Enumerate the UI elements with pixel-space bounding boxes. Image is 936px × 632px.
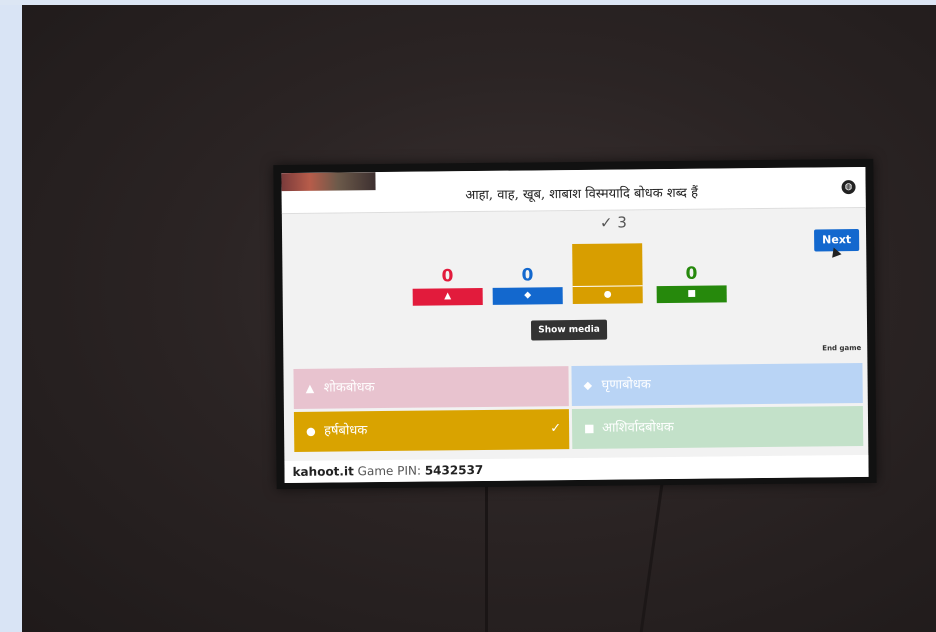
correct-count-indicator: ✓ 3 — [599, 213, 627, 232]
answer-label: घृणाबोधक — [601, 377, 651, 393]
tv-cable — [485, 485, 488, 632]
game-pin-label: Game PIN: — [357, 463, 422, 479]
game-pin: 5432537 — [424, 462, 484, 478]
answer-label: आशिर्वादबोधक — [602, 419, 674, 436]
site-name: kahoot.it — [292, 464, 354, 479]
tv-frame: आहा, वाह, खूब, शाबाश विस्मयादि बोधक शब्द… — [273, 158, 877, 490]
diamond-icon: ◆ — [583, 378, 593, 392]
globe-icon[interactable]: ◍ — [841, 180, 856, 195]
diamond-icon: ◆ — [492, 287, 563, 305]
circle-icon: ● — [572, 285, 643, 305]
question-bar: आहा, वाह, खूब, शाबाश विस्मयादि बोधक शब्द… — [281, 166, 866, 215]
bar-count: 0 — [685, 263, 698, 284]
question-text: आहा, वाह, खूब, शाबाश विस्मयादि बोधक शब्द… — [465, 185, 699, 204]
bar-count: 0 — [521, 265, 534, 286]
show-media-button[interactable]: Show media — [530, 319, 608, 341]
triangle-icon: ▲ — [305, 381, 315, 395]
answer-option: ■ आशिर्वादबोधक — [571, 405, 864, 450]
answer-option-correct: ● हर्षबोधक ✓ — [293, 409, 570, 452]
bar-circle: ● — [572, 243, 643, 305]
answer-option: ▲ शोकबोधक — [293, 366, 569, 409]
answer-label: शोकबोधक — [323, 380, 375, 396]
stream-thumbnail — [281, 172, 376, 192]
bar-diamond: 0 ◆ — [492, 265, 563, 305]
answer-label: हर्षबोधक — [324, 423, 368, 439]
bar-triangle: 0 ▲ — [412, 266, 483, 306]
triangle-icon: ▲ — [412, 287, 483, 306]
circle-icon: ● — [306, 424, 316, 438]
check-icon: ✓ — [550, 421, 562, 437]
footer-bar: kahoot.it Game PIN: 5432537 — [284, 454, 869, 484]
square-icon: ■ — [584, 421, 595, 435]
results-chart: ✓ 3 0 ▲ 0 ◆ ● 0 ■ — [282, 211, 867, 307]
bar-square: 0 ■ — [656, 264, 727, 304]
left-strip — [0, 0, 22, 632]
kahoot-screen: आहा, वाह, खूब, शाबाश विस्मयादि बोधक शब्द… — [281, 166, 869, 484]
end-game-link[interactable]: End game — [822, 344, 861, 352]
answer-option: ◆ घृणाबोधक — [571, 362, 863, 407]
bar-count: 0 — [441, 266, 454, 287]
square-icon: ■ — [656, 285, 727, 304]
bar-fill — [572, 243, 643, 288]
